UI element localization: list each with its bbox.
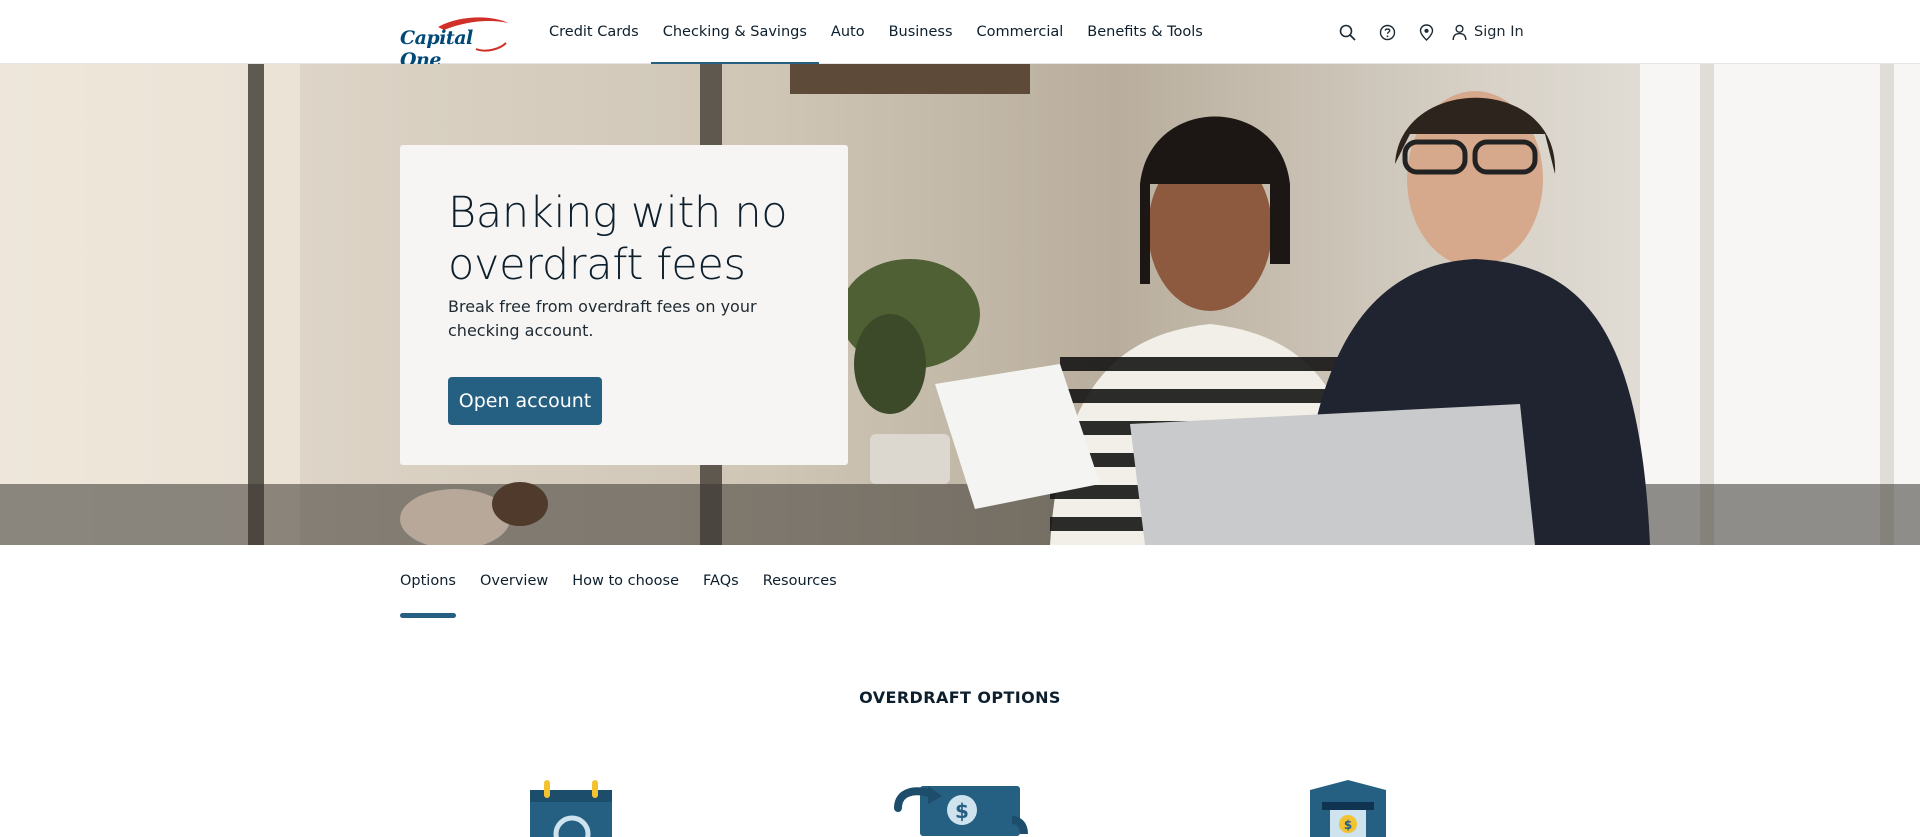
- search-button[interactable]: [1336, 0, 1358, 64]
- nav-business[interactable]: Business: [877, 0, 965, 64]
- location-icon: [1419, 23, 1433, 41]
- hero-subtitle: Break free from overdraft fees on your c…: [448, 297, 757, 340]
- tab-overview[interactable]: Overview: [480, 545, 548, 618]
- open-account-button[interactable]: Open account: [448, 377, 602, 425]
- tab-options[interactable]: Options: [400, 545, 456, 618]
- capital-one-logo[interactable]: Capital One: [400, 13, 510, 71]
- site-header: Capital One Credit Cards Checking & Savi…: [0, 0, 1920, 71]
- calendar-icon: [528, 778, 616, 837]
- money-transfer-icon: $: [892, 778, 1030, 837]
- tab-resources[interactable]: Resources: [763, 545, 837, 618]
- tab-faqs[interactable]: FAQs: [703, 545, 739, 618]
- shield-atm-icon: $: [1308, 778, 1388, 837]
- nav-benefits-tools[interactable]: Benefits & Tools: [1075, 0, 1215, 64]
- nav-commercial[interactable]: Commercial: [965, 0, 1076, 64]
- hero-card: Banking with no overdraft fees Break fre…: [400, 145, 848, 465]
- section-tabs: Options Overview How to choose FAQs Reso…: [400, 545, 837, 618]
- hero-title: Banking with no overdraft fees: [448, 188, 788, 290]
- hero-banner: Banking with no overdraft fees Break fre…: [0, 64, 1920, 545]
- sign-in-link[interactable]: Sign In: [1452, 0, 1524, 64]
- section-title: OVERDRAFT OPTIONS: [859, 688, 1061, 707]
- help-button[interactable]: [1376, 0, 1398, 64]
- nav-checking-savings[interactable]: Checking & Savings: [650, 0, 820, 65]
- nav-auto[interactable]: Auto: [819, 0, 877, 64]
- nav-credit-cards[interactable]: Credit Cards: [537, 0, 651, 64]
- search-icon: [1339, 24, 1355, 40]
- location-button[interactable]: [1415, 0, 1437, 64]
- help-icon: [1379, 24, 1395, 40]
- svg-text:$: $: [1344, 818, 1352, 832]
- sign-in-label: Sign In: [1474, 24, 1524, 40]
- main-nav: Credit Cards Checking & Savings Auto Bus…: [537, 0, 1215, 65]
- tab-how-to-choose[interactable]: How to choose: [572, 545, 679, 618]
- svg-text:$: $: [955, 799, 969, 823]
- hero-photo: [0, 64, 1920, 545]
- user-icon: [1452, 24, 1467, 40]
